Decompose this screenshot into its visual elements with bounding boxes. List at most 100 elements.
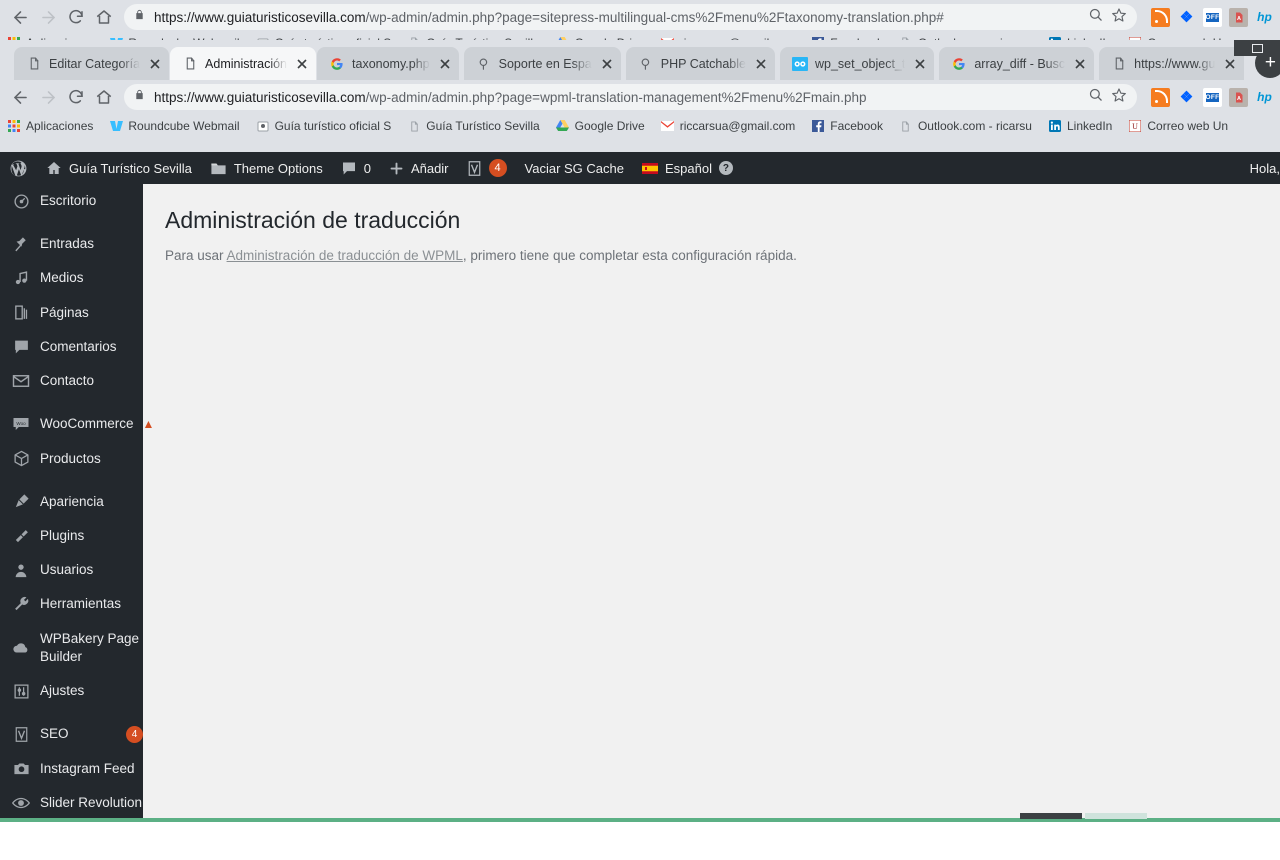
sidebar-item-contacto[interactable]: Contacto xyxy=(0,364,143,398)
browser-tab[interactable]: Soporte en Espa xyxy=(463,47,621,80)
browser-tab[interactable]: taxonomy.php xyxy=(317,47,459,80)
google-icon xyxy=(329,56,345,72)
bookmark-item[interactable]: Guía Turístico Sevilla xyxy=(407,119,546,133)
adobe-pdf-icon[interactable]: A xyxy=(1229,7,1248,27)
bookmark-item[interactable]: Google Drive xyxy=(556,119,652,133)
bookmark-label: Guía turístico oficial S xyxy=(274,119,392,133)
sidebar-item-ajustes[interactable]: Ajustes xyxy=(0,674,143,708)
bookmark-item[interactable]: Facebook xyxy=(811,119,890,133)
site-name-menu[interactable]: Guía Turístico Sevilla xyxy=(37,152,201,184)
sidebar-item-usuarios[interactable]: Usuarios xyxy=(0,553,143,587)
sidebar-item-label: Páginas xyxy=(40,304,89,320)
browser-tab[interactable]: wp_set_object_t xyxy=(780,47,935,80)
dropbox-icon[interactable]: ❖ xyxy=(1177,87,1196,107)
close-icon[interactable] xyxy=(147,56,163,72)
bookmark-label: Roundcube Webmail xyxy=(128,119,240,133)
rss-icon[interactable] xyxy=(1151,87,1170,107)
sidebar-item-entradas[interactable]: Entradas xyxy=(0,227,143,261)
close-icon[interactable] xyxy=(753,56,769,72)
sidebar-item-plugins[interactable]: Plugins xyxy=(0,519,143,553)
sidebar-item-wpbakery-page-builder[interactable]: WPBakery Page Builder xyxy=(0,622,143,674)
wpml-translation-management-link[interactable]: Administración de traducción de WPML xyxy=(227,248,463,263)
rss-icon[interactable] xyxy=(1151,7,1170,27)
adblock-off-icon[interactable]: OFF xyxy=(1203,87,1222,107)
close-icon[interactable] xyxy=(437,56,453,72)
browser-tab[interactable]: PHP Catchable xyxy=(625,47,775,80)
close-icon[interactable] xyxy=(912,56,928,72)
sidebar-item-productos[interactable]: Productos xyxy=(0,442,143,476)
sidebar-item-medios[interactable]: Medios xyxy=(0,261,143,295)
hp-icon[interactable]: hp xyxy=(1255,87,1274,107)
tab-title: array_diff - Busc xyxy=(974,56,1066,71)
taskbar-chip[interactable] xyxy=(1085,813,1147,819)
star-icon[interactable] xyxy=(1111,7,1127,28)
sidebar-item-label: Apariencia xyxy=(40,493,104,509)
wp-logo-menu[interactable] xyxy=(0,152,37,184)
bookmark-item[interactable]: LinkedIn xyxy=(1048,119,1119,133)
browser-tab[interactable]: https://www.gu xyxy=(1099,47,1245,80)
bookmark-item[interactable]: U Correo web Un xyxy=(1128,119,1235,133)
roundcube-icon xyxy=(109,119,123,133)
sidebar-item-seo[interactable]: SEO 4 xyxy=(0,717,143,751)
hp-icon[interactable]: hp xyxy=(1255,7,1274,27)
close-icon[interactable] xyxy=(1072,56,1088,72)
browser-tab[interactable]: array_diff - Busc xyxy=(939,47,1095,80)
reload-icon[interactable] xyxy=(62,3,90,31)
browser-tab-active[interactable]: Administración xyxy=(170,47,317,80)
background-address-bar[interactable]: https://www.guiaturisticosevilla.com/wp-… xyxy=(124,4,1137,30)
maximize-icon[interactable] xyxy=(1251,43,1263,53)
sidebar-item-instagram-feed[interactable]: Instagram Feed xyxy=(0,752,143,786)
sidebar-item-escritorio[interactable]: Escritorio xyxy=(0,184,143,218)
comments-menu[interactable]: 0 xyxy=(332,152,380,184)
sidebar-item-apariencia[interactable]: Apariencia xyxy=(0,485,143,519)
bookmark-item[interactable]: Guía turístico oficial S xyxy=(256,119,399,133)
adobe-pdf-icon[interactable]: A xyxy=(1229,87,1248,107)
page-icon xyxy=(182,56,198,72)
reload-icon[interactable] xyxy=(62,83,90,111)
sidebar-item-slider-revolution[interactable]: Slider Revolution xyxy=(0,786,143,820)
window-controls[interactable] xyxy=(1234,40,1280,56)
new-content-menu[interactable]: Añadir xyxy=(380,152,458,184)
bookmark-item[interactable]: Aplicaciones xyxy=(7,119,100,133)
search-icon[interactable] xyxy=(1088,7,1103,27)
language-menu[interactable]: Español ? xyxy=(633,152,742,184)
bookmark-item[interactable]: Outlook.com - ricarsu xyxy=(899,119,1039,133)
address-bar[interactable]: https://www.guiaturisticosevilla.com/wp-… xyxy=(124,84,1137,110)
pages-icon xyxy=(11,304,31,321)
wordpress-logo-icon xyxy=(9,159,28,178)
box-icon xyxy=(11,450,31,467)
back-arrow-icon[interactable] xyxy=(6,83,34,111)
bookmark-item[interactable]: Roundcube Webmail xyxy=(109,119,246,133)
sidebar-item-paginas[interactable]: Páginas xyxy=(0,296,143,330)
dropbox-icon[interactable]: ❖ xyxy=(1177,7,1196,27)
sidebar-item-label: Instagram Feed xyxy=(40,760,135,776)
sidebar-item-herramientas[interactable]: Herramientas xyxy=(0,587,143,621)
cloud-icon xyxy=(11,641,31,655)
account-menu[interactable]: Hola, xyxy=(1250,152,1280,184)
sidebar-item-woocommerce[interactable]: Woo WooCommerce ▲ xyxy=(0,407,154,441)
search-icon[interactable] xyxy=(1088,87,1103,107)
sidebar-item-comentarios[interactable]: Comentarios xyxy=(0,330,143,364)
back-arrow-icon[interactable] xyxy=(6,3,34,31)
clear-cache-button[interactable]: Vaciar SG Cache xyxy=(516,152,633,184)
sidebar-item-label: Herramientas xyxy=(40,596,122,612)
taskbar-chip[interactable] xyxy=(1020,813,1082,819)
bookmark-item[interactable]: riccarsua@gmail.com xyxy=(661,119,803,133)
home-icon[interactable] xyxy=(90,83,118,111)
close-icon[interactable] xyxy=(294,56,310,72)
forward-arrow-icon[interactable] xyxy=(34,3,62,31)
seo-menu[interactable]: 4 xyxy=(458,152,516,184)
close-icon[interactable] xyxy=(1222,56,1238,72)
search-circle-icon xyxy=(638,56,654,72)
adblock-off-icon[interactable]: OFF xyxy=(1203,7,1222,27)
bookmark-label: riccarsua@gmail.com xyxy=(679,119,796,133)
browser-tab[interactable]: Editar Categoría xyxy=(14,47,170,80)
star-icon[interactable] xyxy=(1111,87,1127,108)
home-icon[interactable] xyxy=(90,3,118,31)
apps-grid-icon xyxy=(7,119,21,133)
help-icon[interactable]: ? xyxy=(718,161,733,175)
theme-options-menu[interactable]: Theme Options xyxy=(201,152,332,184)
pin-icon xyxy=(11,236,31,253)
close-icon[interactable] xyxy=(599,56,615,72)
forward-arrow-icon[interactable] xyxy=(34,83,62,111)
